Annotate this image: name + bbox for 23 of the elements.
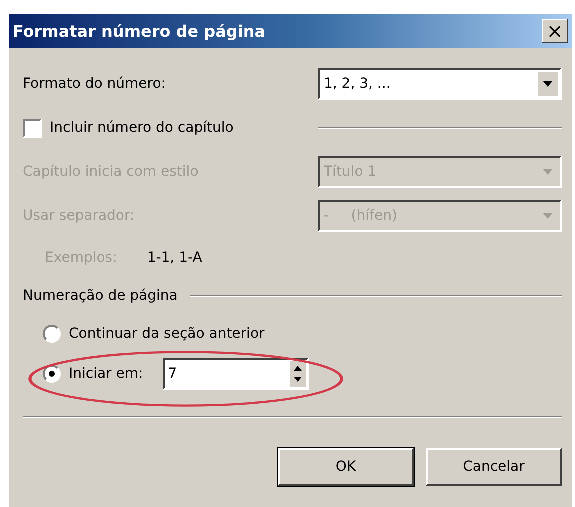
close-button[interactable]: × bbox=[542, 19, 568, 43]
spinner-value: 7 bbox=[168, 366, 178, 382]
field-label: Capítulo inicia com estilo bbox=[23, 164, 199, 180]
examples-label: Exemplos: bbox=[45, 250, 118, 266]
number-spinner[interactable]: 7 bbox=[163, 358, 310, 390]
radio-label: Iniciar em: bbox=[69, 366, 144, 382]
examples-value: 1-1, 1-A bbox=[147, 250, 202, 266]
radio-button[interactable] bbox=[43, 325, 61, 343]
dropdown-field[interactable]: 1, 2, 3, ... bbox=[318, 68, 562, 100]
spinner-arrows-icon[interactable] bbox=[290, 361, 306, 387]
dialog-button[interactable]: Cancelar bbox=[426, 448, 562, 486]
group-title: Numeração de página bbox=[23, 288, 178, 304]
radio-label: Continuar da seção anterior bbox=[69, 326, 265, 342]
radio-button[interactable] bbox=[43, 365, 61, 383]
checkbox-label: Incluir número do capítulo bbox=[50, 120, 234, 136]
field-label: Usar separador: bbox=[23, 208, 135, 224]
dropdown-value: - (hífen) bbox=[324, 208, 398, 224]
window-title: Formatar número de página bbox=[13, 22, 266, 40]
field-label: Formato do número: bbox=[23, 76, 166, 92]
dialog-button[interactable]: OK bbox=[278, 448, 414, 486]
dropdown-value: Título 1 bbox=[324, 164, 377, 180]
dropdown-value: 1, 2, 3, ... bbox=[324, 76, 391, 92]
checkbox[interactable] bbox=[23, 118, 42, 138]
